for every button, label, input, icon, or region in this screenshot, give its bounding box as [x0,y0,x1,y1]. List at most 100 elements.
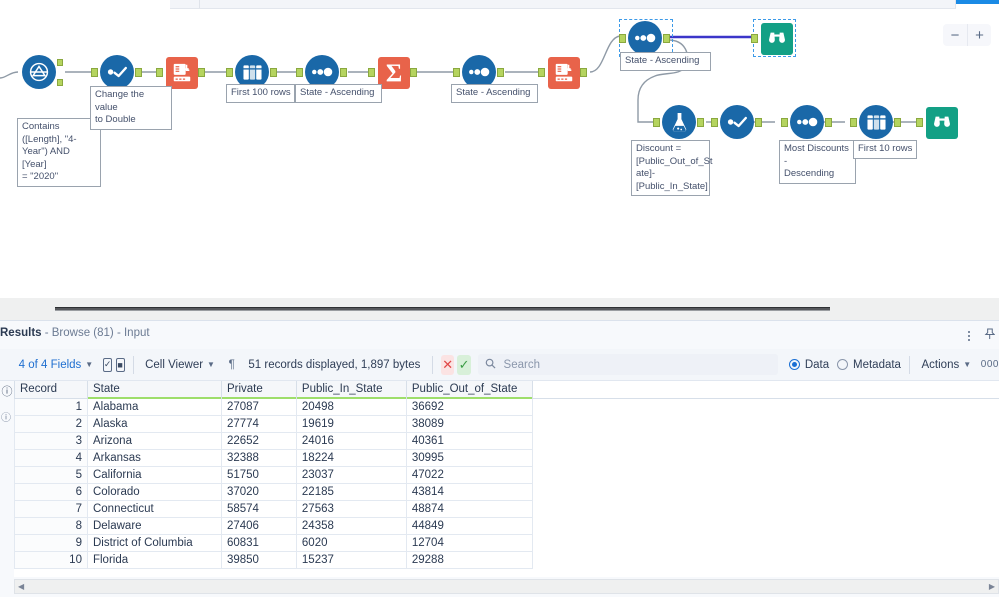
input-port[interactable] [653,118,660,127]
output-port[interactable] [663,34,670,43]
output-port[interactable] [198,68,205,77]
whitespace-toggle[interactable]: ¶ [225,359,239,371]
cell-state: Arizona [86,431,222,450]
column-header-public-out-of-state[interactable]: Public_Out_of_State [405,381,533,399]
input-port[interactable] [538,68,545,77]
cell-state: Arkansas [86,448,222,467]
summarize-icon: Σ [377,56,411,90]
output-port[interactable] [755,118,762,127]
cell-viewer-selector[interactable]: Cell Viewer ▼ [141,359,219,371]
cell-filler [532,483,999,500]
sample-icon [859,105,893,139]
results-info-icon[interactable]: ⓘ [1,409,11,424]
table-row[interactable]: 4 Arkansas 32388 18224 30995 [14,448,999,467]
input-port[interactable] [368,68,375,77]
sort-icon [628,21,662,55]
view-mode-metadata-radio[interactable]: Metadata [837,359,901,371]
table-row[interactable]: 10 Florida 39850 15237 29288 [14,550,999,569]
cancel-button[interactable]: ✕ [440,354,455,375]
cell-format-button[interactable]: 000 [981,359,999,370]
input-port[interactable] [916,118,923,127]
output-port-true[interactable] [57,59,63,66]
help-icon[interactable]: ⓘ [2,387,13,398]
table-row[interactable]: 5 California 51750 23037 47022 [14,465,999,484]
actions-menu[interactable]: Actions ▼ [918,359,976,371]
deselect-all-fields-button[interactable]: ■ [115,357,125,372]
output-port[interactable] [340,68,347,77]
select-all-fields-button[interactable]: ✓ [102,357,113,372]
column-header-private[interactable]: Private [220,381,297,399]
pin-icon[interactable] [984,327,996,345]
cell-private: 32388 [220,448,297,467]
input-port[interactable] [850,118,857,127]
cell-record: 1 [14,397,88,416]
splitter-grip[interactable] [55,307,830,311]
cell-state: Delaware [86,516,222,535]
fields-selector[interactable]: 4 of 4 Fields ▼ [15,359,98,371]
results-title-sub: - Browse (81) - Input [41,327,150,339]
input-port[interactable] [781,118,788,127]
browse-icon [760,22,794,56]
cell-private: 27774 [220,414,297,433]
table-row[interactable]: 9 District of Columbia 60831 6020 12704 [14,533,999,552]
panel-splitter[interactable] [0,298,999,320]
radio-dot-icon [788,359,800,370]
column-header-public-in-state[interactable]: Public_In_State [295,381,407,399]
workflow-canvas[interactable]: − + Σ Contains ([Length], "4- Year") AND… [0,10,999,298]
column-header-label: Private [226,383,263,396]
input-port[interactable] [226,68,233,77]
input-port[interactable] [619,34,626,43]
cell-public-out-of-state: 40361 [405,431,533,450]
results-toolbar: 4 of 4 Fields ▼ ✓ ■ Cell Viewer ▼ ¶ 51 r… [0,349,999,381]
scroll-left-arrow[interactable]: ◀ [15,582,27,591]
table-row[interactable]: 2 Alaska 27774 19619 38089 [14,414,999,433]
confirm-button[interactable]: ✓ [457,354,471,375]
annotation-formula-2: Discount = [Public_Out_of_St ate]- [Publ… [631,140,713,196]
fields-selector-label: 4 of 4 Fields [18,358,82,371]
cell-filler [532,551,999,568]
column-type-indicator [221,396,296,399]
table-row[interactable]: 6 Colorado 37020 22185 43814 [14,482,999,501]
search-input[interactable] [501,357,771,372]
output-port[interactable] [894,118,901,127]
cell-private: 22652 [220,431,297,450]
input-port[interactable] [453,68,460,77]
results-grid-container[interactable]: Record State Private Public_In_State Pub… [14,381,999,577]
sort-icon [790,105,824,139]
cell-public-in-state: 15237 [295,550,407,569]
output-port[interactable] [135,68,142,77]
scroll-right-arrow[interactable]: ▶ [986,582,998,591]
cell-public-out-of-state: 30995 [405,448,533,467]
chevron-down-icon: ▼ [207,360,215,369]
chevron-down-icon: ▼ [85,360,94,369]
output-port[interactable] [697,118,704,127]
column-header-record[interactable]: Record [14,381,88,399]
column-type-indicator [406,396,532,399]
cell-viewer-label: Cell Viewer [145,358,204,371]
cell-private: 60831 [220,533,297,552]
table-row[interactable]: 7 Connecticut 58574 27563 48874 [14,499,999,518]
input-port[interactable] [711,118,718,127]
output-port[interactable] [497,68,504,77]
input-port[interactable] [91,68,98,77]
tab-strip-segment-main[interactable] [200,0,956,9]
tab-strip-segment-left[interactable] [170,0,200,9]
overflow-menu-icon[interactable] [964,330,974,342]
table-row[interactable]: 1 Alabama 27087 20498 36692 [14,397,999,416]
output-port[interactable] [410,68,417,77]
search-box[interactable] [477,354,778,375]
table-row[interactable]: 3 Arizona 22652 24016 40361 [14,431,999,450]
input-port[interactable] [296,68,303,77]
output-port[interactable] [580,68,587,77]
table-row[interactable]: 8 Delaware 27406 24358 44849 [14,516,999,535]
cell-public-in-state: 20498 [295,397,407,416]
horizontal-scrollbar[interactable]: ◀ ▶ [14,579,999,594]
view-mode-data-radio[interactable]: Data [788,359,829,371]
results-panel-header-actions [964,327,996,345]
output-port-false[interactable] [57,79,63,86]
output-port[interactable] [825,118,832,127]
column-header-state[interactable]: State [86,381,222,399]
input-port[interactable] [156,68,163,77]
output-port[interactable] [270,68,277,77]
input-port[interactable] [751,34,758,43]
